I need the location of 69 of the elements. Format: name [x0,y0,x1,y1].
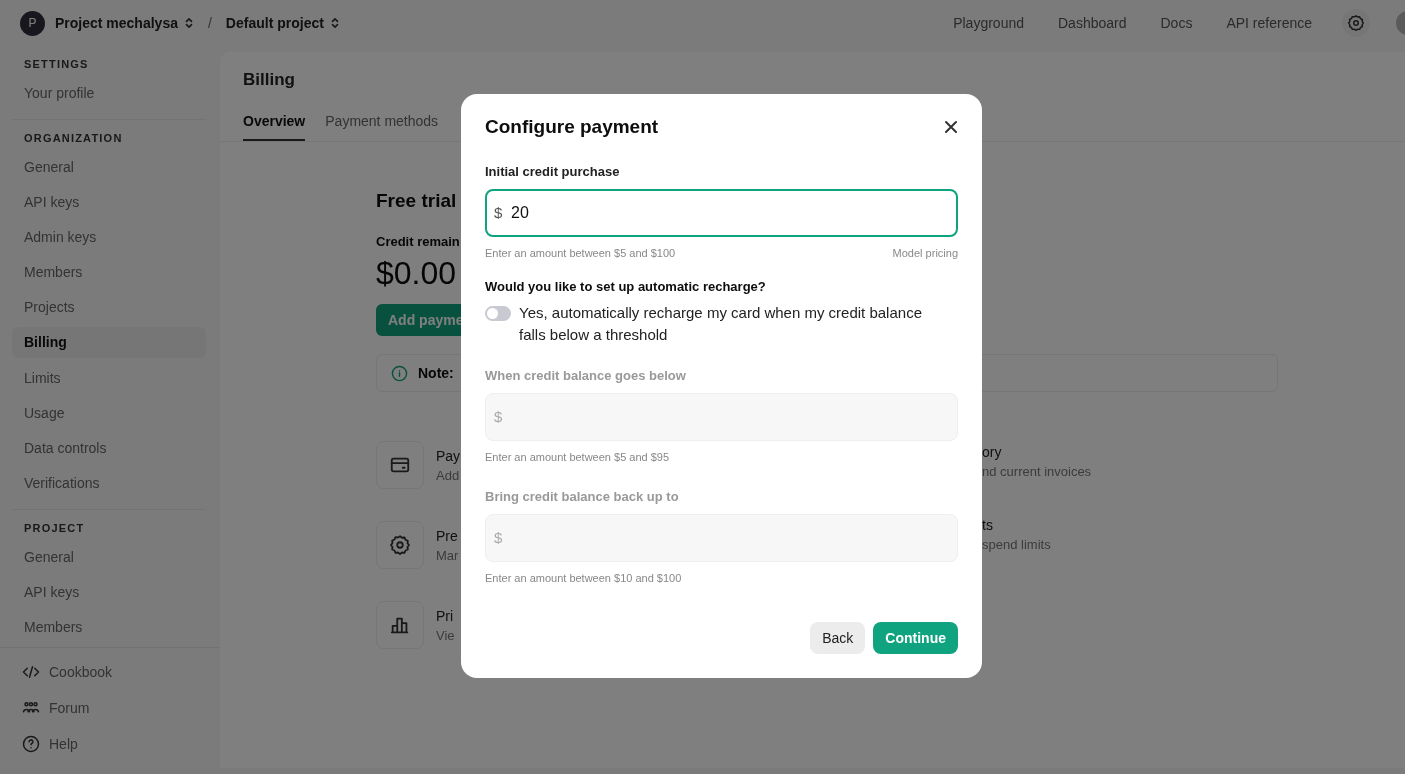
avatar[interactable]: P [20,10,45,36]
pricing-link[interactable]: Model pricing [892,247,958,259]
sidebar-item[interactable]: API keys [12,185,206,220]
sidebar-item[interactable]: Limits [12,361,206,396]
chevron-updown-icon [183,17,194,29]
nav-link[interactable]: Dashboard [1058,15,1127,31]
credit-balance: $0.00 [376,255,457,292]
card-description: nd current invoices [982,464,1093,479]
card-title: Pre [436,527,459,544]
sidebar-item[interactable]: Members [12,255,206,290]
sidebar-link[interactable]: Forum [12,690,208,726]
sidebar-item[interactable]: Projects [12,290,206,325]
info-icon [391,364,408,382]
question-label: Would you like to set up automatic recharge? [485,279,767,294]
sidebar-item[interactable]: Data controls [12,431,206,466]
nav-link[interactable]: Playground [953,15,1024,31]
sidebar-link[interactable]: Help [12,726,208,762]
sidebar-item[interactable]: API keys [12,575,206,610]
card-description: Vie [436,627,455,643]
card-title: Pri [436,607,455,624]
field-hint: Enter an amount between $10 and $100 [485,572,682,584]
page-title: Billing [243,70,296,90]
nav-link[interactable]: Docs [1160,15,1193,31]
currency-prefix: $ [494,408,503,425]
back-button[interactable]: Back [810,622,866,654]
sidebar-item[interactable]: General [12,540,206,575]
note-label: Note: [418,365,454,381]
field-hint: Enter an amount between $5 and $95 [485,451,670,463]
sidebar-item[interactable]: Usage [12,396,206,431]
sidebar-item[interactable]: Billing [12,327,206,358]
toggle-switch[interactable] [485,306,511,321]
field-hint: Enter an amount between $5 and $100 [485,247,676,259]
sidebar-item[interactable]: Members [12,610,206,645]
continue-button[interactable]: Continue [873,622,958,654]
card-title: Pay [436,447,461,464]
settings-icon [1347,14,1365,32]
code-icon [22,663,40,681]
card-description: spend limits [982,537,1052,552]
tab[interactable]: Payment methods [325,113,439,141]
field-label: Bring credit balance back up to [485,489,680,504]
sidebar-item[interactable]: Verifications [12,466,206,501]
toggle-label: Yes, automatically recharge my card when my credit balance falls below a threshold [519,303,923,345]
field-label: When credit balance goes below [485,368,687,383]
section-heading: SETTINGS [23,57,90,72]
sidebar-item[interactable]: Your profile [12,76,206,111]
card-description: Add [436,467,461,483]
credit-label: Credit remain [376,234,461,249]
breadcrumb-separator: / [207,15,212,31]
sidebar-item[interactable]: General [12,150,206,185]
project-switcher[interactable]: Default project [225,15,340,31]
currency-prefix: $ [494,204,503,221]
section-heading: ORGANIZATION [23,131,124,146]
organization-switcher[interactable]: Project mechalysa [55,15,194,31]
field-label: Initial credit purchase [485,164,621,179]
card-title: ts [982,517,994,533]
sidebar-link[interactable]: Cookbook [12,654,208,690]
card-description: Mar [436,547,459,563]
section-heading: PROJECT [23,521,86,536]
currency-prefix: $ [494,529,503,546]
settings-button[interactable] [1342,9,1370,37]
dialog-title: Configure payment [485,116,659,138]
close-icon[interactable] [944,120,958,134]
nav-link[interactable]: API reference [1226,15,1312,31]
help-icon [22,735,40,753]
card-title: ory [982,444,1003,460]
chevron-updown-icon [329,17,340,29]
sidebar-item[interactable]: Admin keys [12,220,206,255]
tab[interactable]: Overview [243,113,306,141]
settings-icon [389,534,411,556]
